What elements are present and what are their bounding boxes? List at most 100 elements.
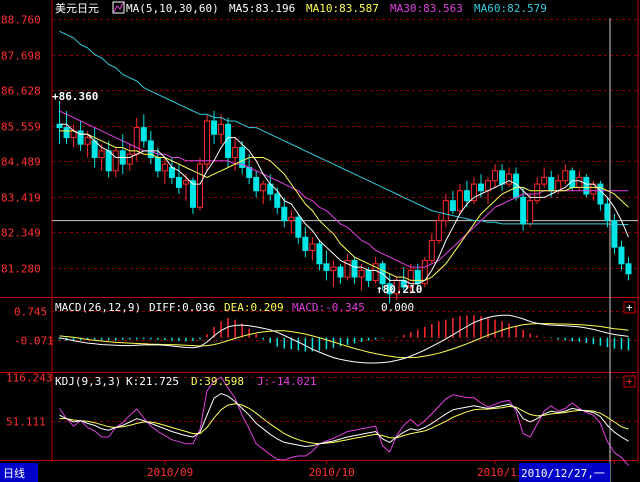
main-y-tick-label: 86.628 (1, 85, 41, 98)
x-tick-label: 2010/10 (308, 466, 354, 479)
svg-text:+: + (626, 301, 633, 314)
ma5-value: MA5:83.196 (229, 2, 295, 15)
candle (140, 114, 147, 148)
macd-series (58, 314, 630, 364)
candle (344, 253, 351, 281)
kdj-expand-button[interactable]: + (623, 375, 636, 388)
candle (225, 117, 232, 168)
candle (56, 101, 63, 145)
candle (330, 260, 337, 288)
candle (492, 164, 499, 188)
candle (253, 170, 260, 198)
candle (421, 257, 428, 288)
candle (618, 240, 625, 271)
main-header: 美元日元 MA(5,10,30,60) MA5:83.196 MA10:83.5… (55, 1, 547, 15)
candle (337, 263, 344, 284)
candle (63, 111, 70, 145)
svg-text:+86.360: +86.360 (52, 90, 98, 103)
macd-y-tick-label: 0.745 (14, 306, 47, 319)
ma-legend-icon[interactable] (112, 1, 125, 14)
ma5-line (59, 123, 629, 285)
candle (147, 130, 154, 165)
main-y-tick-label: 87.698 (1, 50, 41, 63)
candle (597, 180, 604, 211)
macd-macd-value: MACD:-0.345 (292, 301, 365, 314)
macd-y-tick-label: -0.071 (14, 335, 54, 348)
kdj-y-tick-label: 51.111 (6, 416, 46, 429)
candle (449, 190, 456, 214)
candle (204, 114, 211, 171)
svg-text:+: + (626, 375, 633, 388)
macd-dea-value: DEA:0.209 (224, 301, 284, 314)
ma10-line (59, 130, 629, 281)
candle (260, 180, 267, 204)
period-tab[interactable]: 日线 (0, 463, 38, 482)
candle (295, 213, 302, 244)
kdj-j-value: J:-14.021 (257, 375, 317, 388)
candle (611, 213, 618, 254)
candle (470, 177, 477, 204)
candle (77, 120, 84, 151)
candle (302, 227, 309, 258)
macd-extra-value: 0.000 (381, 301, 414, 314)
kdj-series (59, 376, 629, 466)
low-annotation: ↑80.210 (376, 283, 422, 296)
candle (112, 147, 119, 178)
svg-text:2010/12/27,一: 2010/12/27,一 (521, 467, 605, 480)
candle (625, 257, 632, 281)
candle (428, 233, 435, 264)
candle (182, 174, 189, 201)
x-tick-label: 2010/09 (147, 466, 193, 479)
main-y-tick-label: 85.559 (1, 121, 41, 134)
kdj-y-ticks: 116.243 51.111 (6, 372, 52, 429)
candle (527, 194, 534, 228)
candle (351, 257, 358, 284)
main-y-tick-label: 88.760 (1, 14, 41, 27)
macd-diff-line (59, 314, 629, 364)
macd-diff-value: DIFF:0.036 (149, 301, 215, 314)
candle (232, 137, 239, 171)
candle (316, 240, 323, 271)
candle (456, 184, 463, 214)
candle (506, 167, 513, 188)
main-grid (52, 19, 638, 269)
kdj-header: KDJ(9,3,3) K:21.725 D:39.598 J:-14.021 (55, 375, 317, 388)
ma-label: MA(5,10,30,60) (126, 2, 219, 15)
candle (70, 124, 77, 148)
macd-expand-button[interactable]: + (623, 301, 636, 314)
kdj-k-value: K:21.725 (126, 375, 179, 388)
candle (499, 164, 506, 191)
candle (288, 210, 295, 234)
kdj-d-value: D:39.598 (191, 375, 244, 388)
svg-text:日线: 日线 (3, 466, 25, 480)
macd-label: MACD(26,12,9) (55, 301, 141, 314)
chart-frame (0, 0, 639, 462)
main-y-tick-label: 82.349 (1, 227, 41, 240)
main-y-tick-label: 81.280 (1, 263, 41, 276)
kdj-y-tick-label: 116.243 (6, 372, 52, 385)
svg-text:↑80.210: ↑80.210 (376, 283, 422, 296)
main-y-tick-label: 83.419 (1, 192, 41, 205)
main-y-ticks: 88.760 87.698 86.628 85.559 84.489 83.419 82.3… (1, 14, 41, 276)
candle (323, 250, 330, 281)
candle (211, 111, 218, 145)
chart-window: 88.760 87.698 86.628 85.559 84.489 83.419 82.3… (0, 0, 640, 482)
candlestick-series (56, 101, 632, 304)
ma30-value: MA30:83.563 (390, 2, 463, 15)
candle (562, 164, 569, 185)
candle (541, 167, 548, 188)
main-y-tick-label: 84.489 (1, 156, 41, 169)
high-annotation: +86.360 (52, 90, 98, 103)
candle (583, 174, 590, 198)
candle (435, 213, 442, 244)
ma60-value: MA60:82.579 (474, 2, 547, 15)
chart-svg: 88.760 87.698 86.628 85.559 84.489 83.419 82.3… (0, 0, 639, 482)
candle (105, 140, 112, 178)
cursor-date-box: 2010/12/27,一 (519, 463, 610, 482)
candle (442, 194, 449, 228)
macd-header: MACD(26,12,9) DIFF:0.036 DEA:0.209 MACD:… (55, 301, 414, 314)
macd-y-ticks: 0.745 -0.071 (14, 306, 54, 348)
candle (604, 197, 611, 228)
instrument-title: 美元日元 (55, 2, 99, 15)
macd-grid (52, 311, 638, 341)
